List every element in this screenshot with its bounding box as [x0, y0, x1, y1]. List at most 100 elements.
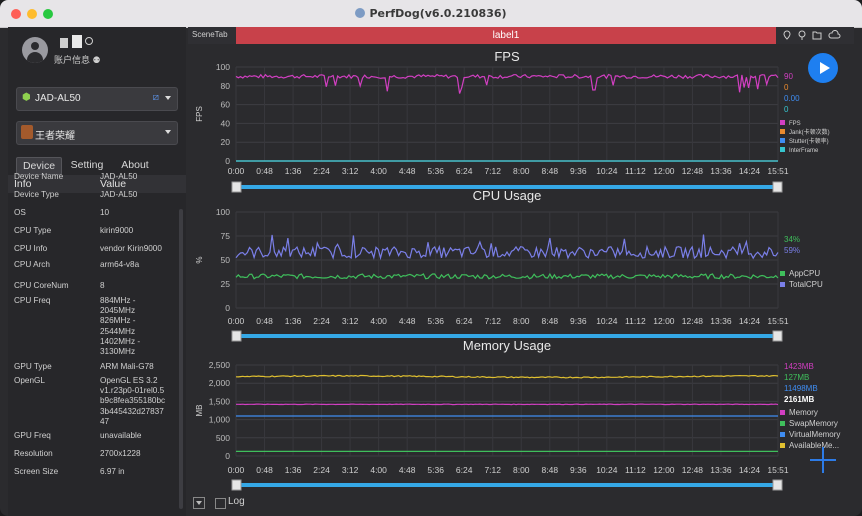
- legend-swatch: [780, 282, 785, 287]
- y-tick-label: 75: [221, 231, 231, 241]
- charts-area: FPS FPS 0 20 40 60 80 100 0:00 0:48 1:36 2:24 3:12 4:…: [195, 49, 840, 491]
- info-value: OpenGL ES 3.2 v1.r23p0-01rel0.5 b9c8fea3…: [100, 376, 166, 426]
- chart-0: FPS FPS 0 20 40 60 80 100 0:00 0:48 1:36 2:24 3:12 4:…: [195, 49, 830, 193]
- y-axis-label: MB: [195, 405, 204, 417]
- app-select-value: 王者荣耀: [35, 131, 75, 142]
- x-tick-label: 6:24: [456, 166, 473, 176]
- x-tick-label: 0:48: [256, 465, 273, 475]
- x-tick-label: 3:12: [342, 316, 359, 326]
- tab-setting[interactable]: Setting: [64, 157, 110, 173]
- info-key: GPU Type: [14, 362, 52, 371]
- log-label: Log: [228, 496, 245, 507]
- x-tick-label: 4:48: [399, 316, 416, 326]
- slider-handle-left: [231, 479, 242, 491]
- legend-swatch: [780, 443, 785, 448]
- device-status-icons: [60, 35, 93, 48]
- x-tick-label: 4:00: [370, 316, 387, 326]
- info-key: CPU CoreNum: [14, 281, 69, 290]
- legend-swatch: [780, 432, 785, 437]
- info-key: Device Type: [14, 190, 59, 199]
- info-value: ARM Mali-G78: [100, 362, 154, 371]
- y-tick-label: 20: [221, 137, 231, 147]
- x-tick-label: 12:00: [653, 316, 675, 326]
- app-window: PerfDog(v6.0.210836) 账户信息 ⚉ ⬢ JAD-AL50 ⧄…: [0, 0, 862, 516]
- slider-handle-right: [772, 479, 783, 491]
- x-tick-label: 8:48: [542, 166, 559, 176]
- person-icon: ⚉: [92, 55, 101, 65]
- app-logo-icon: [355, 8, 366, 18]
- x-tick-label: 7:12: [484, 316, 501, 326]
- legend-label: Memory: [789, 408, 818, 417]
- x-tick-label: 13:36: [710, 166, 732, 176]
- log-checkbox[interactable]: [215, 498, 226, 509]
- x-tick-label: 14:24: [739, 316, 761, 326]
- window-title-text: PerfDog(v6.0.210836): [369, 7, 507, 20]
- tab-about[interactable]: About: [114, 157, 156, 173]
- info-key: OpenGL: [14, 376, 45, 385]
- x-tick-label: 14:24: [739, 465, 761, 475]
- tablet-icon: [72, 35, 82, 48]
- app-select[interactable]: 王者荣耀: [16, 121, 178, 145]
- x-tick-label: 15:51: [767, 316, 789, 326]
- current-value: 0.00: [784, 94, 800, 103]
- x-tick-label: 6:24: [456, 465, 473, 475]
- slider-handle-left: [231, 181, 242, 193]
- info-value: 2700x1228: [100, 449, 141, 458]
- x-tick-label: 7:12: [484, 166, 501, 176]
- y-tick-label: 0: [225, 451, 230, 461]
- x-tick-label: 9:36: [570, 316, 587, 326]
- user-panel: 账户信息 ⚉: [8, 27, 186, 75]
- info-value: arm64-v8a: [100, 260, 140, 269]
- device-select[interactable]: ⬢ JAD-AL50 ⧄: [16, 87, 178, 111]
- x-tick-label: 13:36: [710, 465, 732, 475]
- x-tick-label: 5:36: [427, 166, 444, 176]
- x-tick-label: 8:00: [513, 166, 530, 176]
- time-range-slider: [236, 483, 778, 487]
- x-tick-label: 12:48: [682, 465, 704, 475]
- legend-swatch: [780, 129, 785, 134]
- slider-handle-right: [772, 330, 783, 342]
- x-tick-label: 10:24: [596, 166, 618, 176]
- x-tick-label: 6:24: [456, 316, 473, 326]
- avatar[interactable]: [22, 37, 48, 63]
- current-value: 0: [784, 83, 789, 92]
- y-tick-label: 0: [225, 303, 230, 313]
- app-icon: [21, 125, 33, 139]
- legend-label: SwapMemory: [789, 419, 838, 428]
- info-key: CPU Freq: [14, 296, 51, 305]
- info-key: Screen Size: [14, 467, 59, 476]
- sidebar-scrollbar[interactable]: [179, 209, 183, 509]
- info-key: CPU Type: [14, 226, 52, 235]
- info-value: 10: [100, 208, 110, 217]
- x-tick-label: 0:48: [256, 316, 273, 326]
- legend-swatch: [780, 138, 785, 143]
- chart-title: Memory Usage: [463, 338, 551, 353]
- legend-swatch: [780, 147, 785, 152]
- x-tick-label: 0:00: [228, 166, 245, 176]
- play-button[interactable]: [808, 53, 838, 83]
- x-tick-label: 4:00: [370, 465, 387, 475]
- x-tick-label: 1:36: [285, 316, 302, 326]
- x-tick-label: 2:24: [313, 316, 330, 326]
- y-tick-label: 40: [221, 118, 231, 128]
- legend-label: VirtualMemory: [789, 430, 840, 439]
- device-select-value: JAD-AL50: [35, 93, 81, 104]
- x-tick-label: 12:48: [682, 316, 704, 326]
- legend-label: InterFrame: [789, 148, 819, 154]
- chevron-down-icon: [165, 96, 171, 100]
- info-value: 884MHz - 2045MHz 826MHz - 2544MHz 1402MH…: [100, 296, 141, 357]
- title-bar: PerfDog(v6.0.210836): [0, 0, 862, 28]
- info-value: JAD-AL50: [100, 172, 138, 181]
- collapse-toggle[interactable]: [193, 497, 205, 509]
- chart-2: Memory Usage MB 0 500 1,000 1,500 2,000 2,500 0:…: [195, 338, 840, 491]
- slider-handle-left: [231, 330, 242, 342]
- x-tick-label: 0:00: [228, 465, 245, 475]
- info-key: GPU Freq: [14, 431, 51, 440]
- account-info-label[interactable]: 账户信息 ⚉: [54, 53, 101, 66]
- current-value: 59%: [784, 246, 800, 255]
- y-axis-label: FPS: [195, 106, 204, 122]
- x-tick-label: 3:12: [342, 166, 359, 176]
- connection-icon: ⧄: [152, 92, 159, 103]
- x-tick-label: 11:12: [625, 166, 646, 176]
- add-chart-button[interactable]: [810, 447, 836, 473]
